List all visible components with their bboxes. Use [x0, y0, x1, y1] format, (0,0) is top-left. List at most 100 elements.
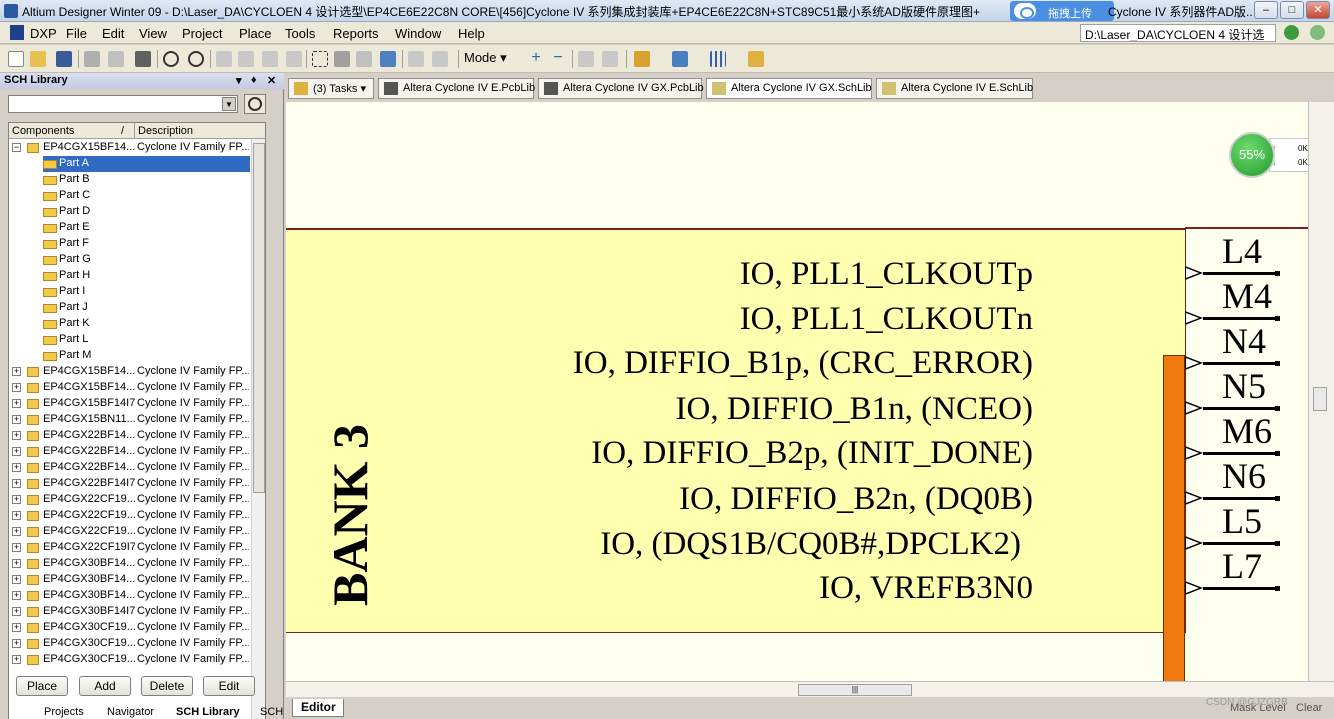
part-row[interactable]: Part H [9, 268, 250, 284]
network-speed-widget[interactable]: ↑ 0K/s ↓ 0K/s 55% [1229, 132, 1308, 178]
part-row[interactable]: Part B [9, 172, 250, 188]
print-icon[interactable] [84, 51, 100, 67]
clear-filter-icon[interactable] [380, 51, 396, 67]
print-preview-icon[interactable] [108, 51, 124, 67]
expand-toggle-icon[interactable]: + [12, 399, 21, 408]
expand-toggle-icon[interactable]: + [12, 479, 21, 488]
tab-editor[interactable]: Editor [292, 699, 344, 717]
component-row[interactable]: + EP4CGX22CF19... Cyclone IV Family FP... [9, 492, 250, 508]
menu-tools[interactable]: Tools [285, 26, 315, 41]
add-button[interactable]: Add [79, 676, 131, 696]
menu-reports[interactable]: Reports [333, 26, 379, 41]
drawing-tools-icon[interactable] [672, 51, 688, 67]
expand-toggle-icon[interactable]: + [12, 591, 21, 600]
zoom-in-icon[interactable] [163, 51, 179, 67]
previous-part-icon[interactable] [578, 51, 594, 67]
select-area-icon[interactable] [312, 51, 328, 67]
minimize-button[interactable]: – [1254, 1, 1278, 19]
component-row[interactable]: + EP4CGX15BF14I7 Cyclone IV Family FP... [9, 396, 250, 412]
expand-toggle-icon[interactable]: + [12, 415, 21, 424]
part-row[interactable]: Part L [9, 332, 250, 348]
menu-dxp[interactable]: DXP [30, 26, 57, 41]
delete-button[interactable]: Delete [141, 676, 193, 696]
component-row[interactable]: + EP4CGX15BN11... Cyclone IV Family FP... [9, 412, 250, 428]
expand-toggle-icon[interactable]: + [12, 367, 21, 376]
part-row[interactable]: Part J [9, 300, 250, 316]
part-row[interactable]: Part M [9, 348, 250, 364]
component-row[interactable]: + EP4CGX22BF14... Cyclone IV Family FP... [9, 444, 250, 460]
expand-toggle-icon[interactable]: − [12, 143, 21, 152]
undo-icon[interactable] [408, 51, 424, 67]
component-row[interactable]: + EP4CGX22BF14... Cyclone IV Family FP... [9, 460, 250, 476]
part-row[interactable]: Part G [9, 252, 250, 268]
component-row[interactable]: + EP4CGX15BF14... Cyclone IV Family FP... [9, 380, 250, 396]
menu-edit[interactable]: Edit [102, 26, 124, 41]
component-row[interactable]: + EP4CGX22BF14... Cyclone IV Family FP... [9, 428, 250, 444]
tab-cyclone-iv-e-schlib[interactable]: Altera Cyclone IV E.SchLib [876, 78, 1033, 99]
part-row[interactable]: Part K [9, 316, 250, 332]
tab-cyclone-iv-e-pcblib[interactable]: Altera Cyclone IV E.PcbLib [378, 78, 535, 99]
save-icon[interactable] [56, 51, 72, 67]
components-column-header[interactable]: Components [12, 125, 74, 137]
component-row[interactable]: + EP4CGX22CF19... Cyclone IV Family FP... [9, 508, 250, 524]
new-icon[interactable] [8, 51, 24, 67]
schematic-editor-canvas[interactable]: BANK 3 IO, PLL1_CLKOUTp IO, PLL1_CLKOUTn… [286, 102, 1308, 681]
place-button[interactable]: Place [16, 676, 68, 696]
expand-toggle-icon[interactable]: + [12, 607, 21, 616]
move-icon[interactable] [334, 51, 350, 67]
part-row[interactable]: Part A [43, 156, 250, 172]
scrollbar-thumb[interactable] [1313, 387, 1327, 411]
menu-help[interactable]: Help [458, 26, 485, 41]
cut-icon[interactable] [216, 51, 232, 67]
component-row[interactable]: + EP4CGX30CF19... Cyclone IV Family FP... [9, 620, 250, 636]
menu-place[interactable]: Place [239, 26, 272, 41]
chevron-down-icon[interactable]: ▼ [222, 97, 236, 111]
zoom-out-icon[interactable] [188, 51, 204, 67]
editor-horizontal-scrollbar[interactable]: ||| [286, 681, 1334, 697]
component-row[interactable]: + EP4CGX22CF19... Cyclone IV Family FP... [9, 524, 250, 540]
tab-navigator[interactable]: Navigator [107, 706, 154, 719]
expand-toggle-icon[interactable]: + [12, 527, 21, 536]
component-row[interactable]: + EP4CGX30BF14... Cyclone IV Family FP... [9, 556, 250, 572]
menu-window[interactable]: Window [395, 26, 441, 41]
part-row[interactable]: Part D [9, 204, 250, 220]
paste-icon[interactable] [262, 51, 278, 67]
panel-menu-icon[interactable]: ▾ [236, 74, 242, 87]
component-row[interactable]: − EP4CGX15BF14... Cyclone IV Family FP... [9, 140, 250, 156]
component-row[interactable]: + EP4CGX30BF14... Cyclone IV Family FP... [9, 572, 250, 588]
restore-button[interactable]: □ [1280, 1, 1304, 19]
component-body[interactable]: BANK 3 IO, PLL1_CLKOUTp IO, PLL1_CLKOUTn… [286, 229, 1186, 681]
document-path-combo[interactable]: D:\Laser_DA\CYCLOEN 4 设计选 [1080, 24, 1276, 42]
search-icon[interactable] [244, 94, 266, 114]
component-row[interactable]: + EP4CGX30CF19... Cyclone IV Family FP... [9, 652, 250, 668]
tab-sch-library[interactable]: SCH Library [176, 706, 240, 719]
tab-tasks[interactable]: (3) Tasks ▾ [288, 78, 374, 99]
deselect-icon[interactable] [356, 51, 372, 67]
library-icon[interactable] [748, 51, 764, 67]
editor-vertical-scrollbar[interactable] [1308, 102, 1334, 681]
edit-button[interactable]: Edit [203, 676, 255, 696]
expand-toggle-icon[interactable]: + [12, 575, 21, 584]
expand-toggle-icon[interactable]: + [12, 543, 21, 552]
expand-toggle-icon[interactable]: + [12, 511, 21, 520]
mode-dropdown[interactable]: Mode ▾ [464, 50, 507, 66]
library-search-input[interactable]: ▼ [8, 95, 238, 113]
expand-toggle-icon[interactable]: + [12, 431, 21, 440]
expand-toggle-icon[interactable]: + [12, 623, 21, 632]
expand-toggle-icon[interactable]: + [12, 447, 21, 456]
panel-close-icon[interactable]: ✕ [267, 74, 276, 87]
tab-projects[interactable]: Projects [44, 706, 84, 719]
scrollbar-thumb[interactable]: ||| [798, 684, 912, 696]
component-row[interactable]: + EP4CGX30BF14I7 Cyclone IV Family FP... [9, 604, 250, 620]
panel-pin-icon[interactable]: ♦ [251, 74, 257, 86]
expand-toggle-icon[interactable]: + [12, 463, 21, 472]
copy-icon[interactable] [238, 51, 254, 67]
remove-part-icon[interactable]: − [550, 50, 566, 67]
list-scrollbar[interactable] [251, 139, 265, 719]
grid-icon[interactable] [710, 51, 726, 67]
tab-sch[interactable]: SCH [260, 706, 283, 719]
component-row[interactable]: + EP4CGX22BF14I7 Cyclone IV Family FP... [9, 476, 250, 492]
next-part-icon[interactable] [602, 51, 618, 67]
scrollbar-thumb[interactable] [253, 143, 265, 493]
rubber-stamp-icon[interactable] [286, 51, 302, 67]
